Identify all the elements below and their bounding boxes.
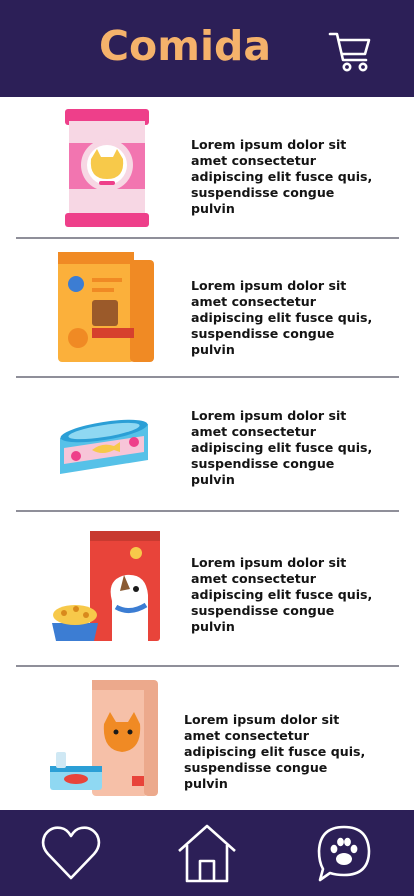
product-description: Lorem ipsum dolor sit amet consectetur a… — [191, 555, 373, 634]
cat-food-bag-pink-icon — [55, 105, 159, 229]
product-description: Lorem ipsum dolor sit amet consectetur a… — [184, 712, 366, 791]
product-description: Lorem ipsum dolor sit amet consectetur a… — [191, 137, 373, 216]
list-item[interactable]: Lorem ipsum dolor sit amet consectetur a… — [0, 511, 414, 665]
cat-food-can-icon — [56, 412, 152, 482]
home-icon[interactable] — [175, 823, 239, 883]
list-item[interactable]: Lorem ipsum dolor sit amet consectetur a… — [0, 97, 414, 237]
bottom-tab-bar — [0, 810, 414, 896]
product-description: Lorem ipsum dolor sit amet consectetur a… — [191, 408, 373, 487]
dog-food-bag-and-bowl-icon — [50, 531, 164, 643]
paw-chat-icon[interactable] — [312, 823, 376, 883]
heart-icon[interactable] — [39, 823, 103, 883]
list-item[interactable]: Lorem ipsum dolor sit amet consectetur a… — [0, 377, 414, 510]
page-title: Comida — [98, 22, 272, 70]
dog-food-bag-orange-icon — [56, 250, 156, 364]
list-item[interactable]: Lorem ipsum dolor sit amet consectetur a… — [0, 666, 414, 810]
product-description: Lorem ipsum dolor sit amet consectetur a… — [191, 278, 373, 357]
list-item[interactable]: Lorem ipsum dolor sit amet consectetur a… — [0, 238, 414, 376]
header-bar: Comida — [0, 0, 414, 97]
cat-food-bag-and-can-icon — [48, 680, 162, 798]
shopping-cart-icon[interactable] — [328, 31, 372, 73]
